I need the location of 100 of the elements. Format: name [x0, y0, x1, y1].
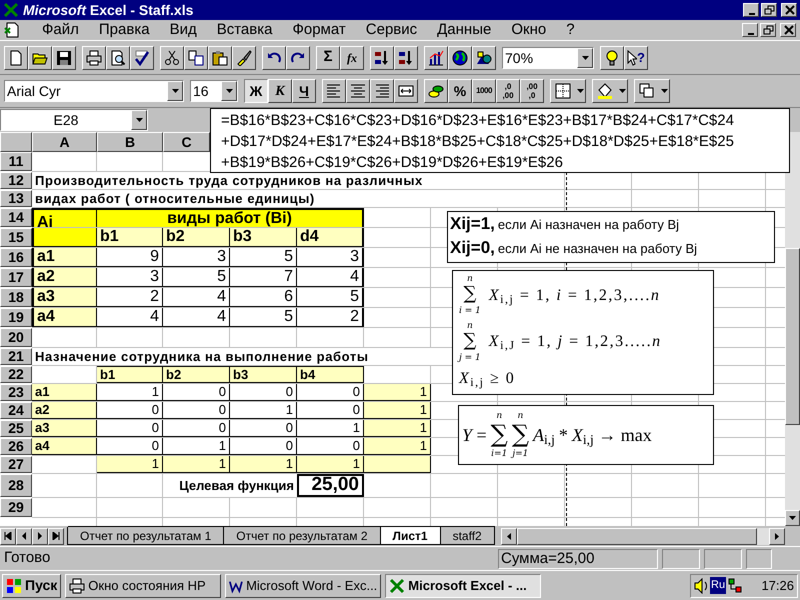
- autosum-button[interactable]: Σ: [316, 46, 340, 70]
- row-header[interactable]: 25: [0, 420, 32, 437]
- row-header[interactable]: 13: [0, 190, 32, 207]
- percent-button[interactable]: %: [448, 79, 472, 103]
- network-icon[interactable]: [728, 578, 742, 594]
- coins-icon[interactable]: [428, 83, 444, 99]
- row-header[interactable]: 22: [0, 366, 32, 383]
- menu-item[interactable]: Файл: [32, 18, 89, 42]
- dropdown-arrow-icon[interactable]: [618, 89, 626, 93]
- style-button[interactable]: Ж: [244, 79, 268, 103]
- close-icon[interactable]: [782, 25, 794, 35]
- scrollbar-thumb[interactable]: [516, 528, 757, 544]
- row-header[interactable]: 21: [0, 348, 32, 365]
- menu-item[interactable]: Вставка: [206, 18, 282, 42]
- row-header[interactable]: 24: [0, 402, 32, 419]
- menu-item[interactable]: Правка: [88, 18, 160, 42]
- row-header[interactable]: 20: [0, 328, 32, 347]
- undo-icon[interactable]: [266, 50, 282, 66]
- row-header[interactable]: 29: [0, 498, 32, 517]
- row-header[interactable]: 28: [0, 474, 32, 497]
- row-header[interactable]: 16: [0, 248, 32, 267]
- sort-ascending-icon[interactable]: [374, 50, 390, 66]
- horizontal-scrollbar[interactable]: [500, 528, 785, 544]
- row-header[interactable]: 23: [0, 384, 32, 401]
- spelling-check-icon[interactable]: [134, 50, 150, 66]
- chart-icon[interactable]: [428, 50, 444, 66]
- row-header[interactable]: 18: [0, 288, 32, 307]
- left-arrow-icon[interactable]: [506, 532, 511, 540]
- dropdown-arrow-icon[interactable]: [172, 89, 178, 93]
- row-header[interactable]: 17: [0, 268, 32, 287]
- clipboard-icon[interactable]: [212, 50, 228, 66]
- row-header[interactable]: 14: [0, 208, 32, 227]
- menu-item[interactable]: Данные: [427, 18, 502, 42]
- borders-icon[interactable]: [555, 83, 571, 99]
- restore-icon[interactable]: [764, 5, 774, 15]
- row-header[interactable]: 27: [0, 456, 32, 473]
- style-button[interactable]: К: [268, 79, 292, 103]
- tab-scroll-arrow-icon[interactable]: [4, 532, 12, 540]
- help-button[interactable]: ?: [624, 46, 648, 70]
- down-arrow-icon[interactable]: [789, 516, 796, 520]
- select-all-button[interactable]: [0, 132, 32, 152]
- restore-icon[interactable]: [762, 25, 774, 35]
- redo-icon[interactable]: [290, 50, 306, 66]
- taskbar-button[interactable]: Окно состояния HP: [65, 574, 222, 598]
- style-button[interactable]: Ч: [292, 79, 316, 103]
- globe-icon[interactable]: [452, 50, 468, 66]
- lightbulb-icon[interactable]: [604, 50, 620, 66]
- document-icon[interactable]: [4, 22, 20, 38]
- row-header[interactable]: 15: [0, 228, 32, 247]
- sheet-tab[interactable]: Лист1: [380, 527, 441, 545]
- column-header[interactable]: C: [163, 132, 210, 152]
- column-header[interactable]: B: [97, 132, 163, 152]
- fill-bucket-icon[interactable]: [597, 83, 613, 99]
- brush-icon[interactable]: [236, 50, 252, 66]
- shapes-icon[interactable]: [476, 50, 492, 66]
- formula-field[interactable]: =B$16*B$23+C$16*C$23+D$16*D$23+E$16*E$23+B$17*B$24+C$17*C$24+D$17*D$24+E$17*E$24+B$18*B$25+C$18*C$25+D$18*D$25+E$18*E$25+B$19*B$26+C$19*C$26+D$19*D$26+E$19*E$26: [210, 108, 790, 173]
- menu-item[interactable]: Формат: [282, 18, 356, 42]
- printer-icon[interactable]: [86, 50, 102, 66]
- close-icon[interactable]: [784, 5, 794, 15]
- row-header[interactable]: 19: [0, 308, 32, 327]
- font-dropdown[interactable]: Arial Cyr: [4, 80, 184, 102]
- merge-center-icon[interactable]: [398, 83, 414, 99]
- dropdown-arrow-icon[interactable]: [576, 89, 584, 93]
- menu-item[interactable]: Вид: [160, 18, 207, 42]
- function-button[interactable]: fx: [340, 46, 364, 70]
- zoom-dropdown[interactable]: 70%: [502, 46, 594, 68]
- menu-item[interactable]: ?: [556, 18, 585, 42]
- dropdown-arrow-icon[interactable]: [226, 89, 232, 93]
- align-left-icon[interactable]: [326, 83, 342, 99]
- vertical-scrollbar[interactable]: [785, 132, 800, 526]
- sort-descending-icon[interactable]: [398, 50, 414, 66]
- row-header[interactable]: 26: [0, 438, 32, 455]
- align-right-icon[interactable]: [374, 83, 390, 99]
- align-center-icon[interactable]: [350, 83, 366, 99]
- name-box[interactable]: E28: [0, 109, 148, 131]
- new-document-icon[interactable]: [8, 50, 24, 66]
- column-header[interactable]: A: [32, 132, 97, 152]
- taskbar-button[interactable]: Microsoft Word - Exc...: [225, 574, 382, 598]
- thousands-button[interactable]: 1000: [472, 79, 496, 103]
- scissors-icon[interactable]: [164, 50, 180, 66]
- font-size-dropdown[interactable]: 16: [190, 80, 238, 102]
- dropdown-arrow-icon[interactable]: [136, 118, 142, 122]
- language-indicator[interactable]: Ru: [710, 577, 726, 594]
- row-header[interactable]: 11: [0, 152, 32, 171]
- speaker-icon[interactable]: [694, 578, 708, 594]
- decimal-button[interactable]: ,0 ,00: [496, 79, 520, 103]
- sheet-tab[interactable]: Отчет по результатам 1: [67, 527, 224, 545]
- print-preview-icon[interactable]: [110, 50, 126, 66]
- decimal-button[interactable]: ,00 ,0: [520, 79, 544, 103]
- copy-icon[interactable]: [188, 50, 204, 66]
- scrollbar-thumb[interactable]: [785, 248, 800, 425]
- tab-scroll-arrow-icon[interactable]: [52, 532, 60, 540]
- sheet-tab[interactable]: staff2: [440, 527, 495, 545]
- start-button[interactable]: Пуск: [2, 574, 62, 598]
- right-arrow-icon[interactable]: [775, 532, 779, 540]
- taskbar-button[interactable]: Microsoft Excel - ...: [385, 574, 542, 598]
- dropdown-arrow-icon[interactable]: [660, 89, 668, 93]
- dropdown-arrow-icon[interactable]: [582, 56, 588, 60]
- menu-item[interactable]: Сервис: [356, 18, 428, 42]
- menu-item[interactable]: Окно: [501, 18, 556, 42]
